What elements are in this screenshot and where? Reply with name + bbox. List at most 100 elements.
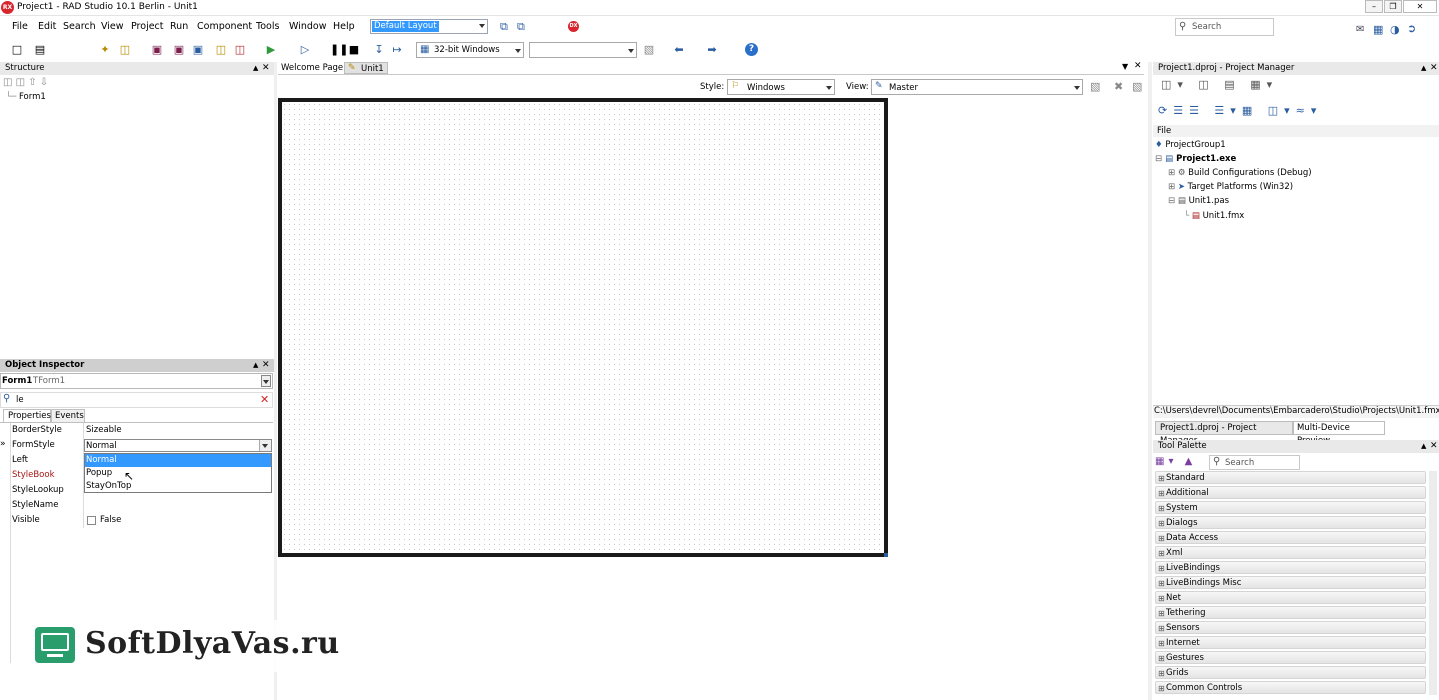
open-icon[interactable]: ▤ xyxy=(33,43,47,57)
pin-icon[interactable]: ▲ xyxy=(1421,440,1426,453)
save-desktop-icon[interactable]: ⧉ xyxy=(500,20,508,34)
palette-category-net[interactable]: ⊞ Net xyxy=(1155,591,1426,604)
tab-properties[interactable]: Properties xyxy=(3,409,51,422)
tree-unit1-pas[interactable]: ⊟ ▤ Unit1.pas xyxy=(1168,196,1229,206)
menu-search[interactable]: Search xyxy=(63,21,96,32)
visible-checkbox[interactable] xyxy=(87,516,96,525)
menu-edit[interactable]: Edit xyxy=(38,21,56,32)
palette-category-data-access[interactable]: ⊞ Data Access xyxy=(1155,531,1426,544)
resize-handle[interactable] xyxy=(884,553,888,557)
pin-icon[interactable]: ▲ xyxy=(253,62,258,75)
right-splitter[interactable] xyxy=(1148,62,1152,700)
clear-filter-icon[interactable]: ✕ xyxy=(260,393,269,406)
tree-build-configurations[interactable]: ⊞ ⚙ Build Configurations (Debug) xyxy=(1168,168,1312,178)
palette-category-system[interactable]: ⊞ System xyxy=(1155,501,1426,514)
maximize-button[interactable]: ❐ xyxy=(1384,0,1402,13)
close-icon[interactable]: ✕ xyxy=(1430,440,1438,453)
style-combo[interactable]: ⚐ Windows xyxy=(727,79,835,95)
close-icon[interactable]: ✕ xyxy=(1430,62,1438,75)
object-selector-combo[interactable]: Form1 TForm1 xyxy=(0,373,273,389)
property-row-stylename[interactable]: StyleName xyxy=(0,498,272,513)
dropdown-option-stayontop[interactable]: StayOnTop xyxy=(85,480,271,493)
left-splitter[interactable] xyxy=(274,62,277,700)
menu-file[interactable]: File xyxy=(12,21,28,32)
menu-tools[interactable]: Tools xyxy=(256,21,279,32)
lock-view-icon[interactable]: ▧ xyxy=(1090,80,1100,93)
palette-category-additional[interactable]: ⊞ Additional xyxy=(1155,486,1426,499)
object-dropdown-button[interactable] xyxy=(261,375,271,387)
project-manager-toolbar-2[interactable]: ⟳☰☰ ☰▾▦ ◫▾≈▾ xyxy=(1158,104,1322,117)
close-file-icon[interactable]: ▣ xyxy=(191,43,205,57)
logout-icon[interactable]: ➲ xyxy=(1407,22,1416,35)
menu-window[interactable]: Window xyxy=(289,21,326,32)
close-icon[interactable]: ✕ xyxy=(262,359,270,372)
palette-category-sensors[interactable]: ⊞ Sensors xyxy=(1155,621,1426,634)
trace-into-icon[interactable]: ↧ xyxy=(372,43,386,57)
device-manager-icon[interactable]: ▧ xyxy=(642,43,656,57)
add-to-project-icon[interactable]: ◫ xyxy=(214,43,228,57)
tree-unit1-fmx[interactable]: └ ▤ Unit1.fmx xyxy=(1184,211,1244,221)
property-row-formstyle[interactable]: » FormStyle Normal xyxy=(0,438,272,453)
save-icon[interactable]: ▣ xyxy=(150,43,164,57)
forward-arrow-icon[interactable]: ➡ xyxy=(705,43,719,57)
palette-category-standard[interactable]: ⊞ Standard xyxy=(1155,471,1426,484)
palette-category-common-controls[interactable]: ⊞ Common Controls xyxy=(1155,681,1426,694)
new-items-icon[interactable]: ✦ xyxy=(98,43,112,57)
remove-from-project-icon[interactable]: ◫ xyxy=(233,43,247,57)
tree-projectgroup1[interactable]: ♦ ProjectGroup1 xyxy=(1155,140,1226,150)
save-all-icon[interactable]: ▣ xyxy=(172,43,186,57)
tool-palette-scrollbar[interactable] xyxy=(1429,471,1437,695)
tab-unit1[interactable]: ✎ Unit1 xyxy=(344,62,388,74)
calendar-icon[interactable]: ▦ xyxy=(1373,23,1383,36)
tool-palette-toolbar[interactable]: ▦▾ ▲ xyxy=(1155,456,1196,467)
back-arrow-icon[interactable]: ⬅ xyxy=(672,43,686,57)
dropdown-option-normal[interactable]: Normal xyxy=(85,454,271,467)
community-icon[interactable]: ◑ xyxy=(1390,23,1400,36)
property-row-borderstyle[interactable]: BorderStyle Sizeable xyxy=(0,423,272,438)
tab-list-chevron-icon[interactable]: ▼ xyxy=(1122,62,1128,71)
remove-view-icon[interactable]: ✖ xyxy=(1114,80,1123,93)
target-platform-combo[interactable]: ▦ 32-bit Windows xyxy=(416,42,524,58)
pause-icon[interactable]: ❚❚ xyxy=(330,43,348,57)
tool-palette-search-input[interactable]: ⚲ Search xyxy=(1209,455,1300,470)
minimize-button[interactable]: – xyxy=(1365,0,1383,13)
stop-icon[interactable]: ■ xyxy=(347,43,361,57)
palette-category-dialogs[interactable]: ⊞ Dialogs xyxy=(1155,516,1426,529)
menu-component[interactable]: Component xyxy=(197,21,252,32)
project-manager-toolbar-1[interactable]: ◫▾ ◫ ▤ ▦▾ xyxy=(1161,78,1278,91)
trash-icon[interactable]: ▧ xyxy=(1132,80,1142,93)
tab-welcome-page[interactable]: Welcome Page xyxy=(278,62,346,74)
palette-category-livebindings-misc[interactable]: ⊞ LiveBindings Misc xyxy=(1155,576,1426,589)
tab-multi-device-preview[interactable]: Multi-Device Preview xyxy=(1293,421,1385,446)
palette-category-internet[interactable]: ⊞ Internet xyxy=(1155,636,1426,649)
palette-category-xml[interactable]: ⊞ Xml xyxy=(1155,546,1426,559)
formstyle-dropdown-button[interactable] xyxy=(259,440,271,451)
view-combo[interactable]: ✎ Master xyxy=(871,79,1083,95)
set-debug-desktop-icon[interactable]: ⧉ xyxy=(517,20,525,34)
dropdown-option-popup[interactable]: Popup xyxy=(85,467,271,480)
tree-target-platforms[interactable]: ⊞ ➤ Target Platforms (Win32) xyxy=(1168,182,1293,192)
structure-tree-root[interactable]: └─ Form1 xyxy=(6,92,46,102)
menu-view[interactable]: View xyxy=(101,21,124,32)
palette-category-grids[interactable]: ⊞ Grids xyxy=(1155,666,1426,679)
pin-icon[interactable]: ▲ xyxy=(1421,62,1426,75)
palette-category-tethering[interactable]: ⊞ Tethering xyxy=(1155,606,1426,619)
device-combo[interactable] xyxy=(529,42,637,58)
help-icon[interactable]: ? xyxy=(745,43,758,56)
tab-project-manager[interactable]: Project1.dproj - Project Manager xyxy=(1155,421,1293,446)
step-over-icon[interactable]: ↦ xyxy=(390,43,404,57)
form-designer-surface[interactable] xyxy=(278,98,888,557)
close-icon[interactable]: ✕ xyxy=(262,62,270,75)
pin-icon[interactable]: ▲ xyxy=(253,359,258,372)
menu-run[interactable]: Run xyxy=(170,21,188,32)
run-without-debug-icon[interactable]: ▷ xyxy=(298,43,312,57)
desktop-layout-combo[interactable]: Default Layout xyxy=(370,19,488,34)
menu-help[interactable]: Help xyxy=(333,21,355,32)
close-tab-icon[interactable]: ✕ xyxy=(1134,61,1142,71)
feedback-icon[interactable]: DX xyxy=(568,21,579,32)
run-icon[interactable]: ▶ xyxy=(264,43,278,57)
open-project-icon[interactable]: ◫ xyxy=(118,43,132,57)
structure-toolbar-icons[interactable]: ◫ ◫ ⇧ ⇩ xyxy=(3,77,48,88)
property-row-visible[interactable]: Visible False xyxy=(0,513,272,528)
mail-icon[interactable]: ✉ xyxy=(1356,24,1364,35)
